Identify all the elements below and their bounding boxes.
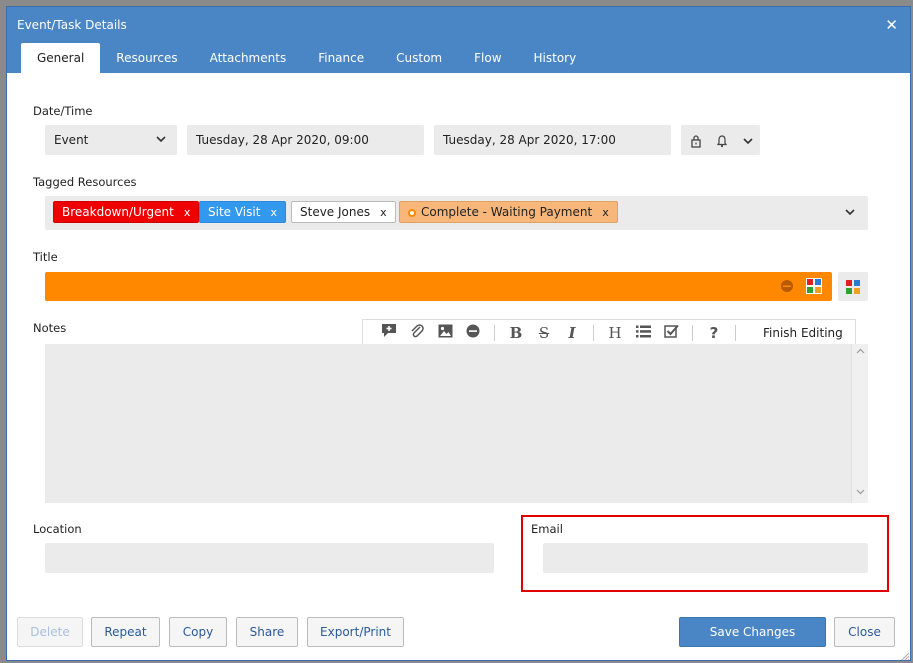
remove-tag-icon[interactable]: x (602, 206, 609, 219)
end-datetime-field[interactable]: Tuesday, 28 Apr 2020, 17:00 (434, 125, 671, 155)
tab-resources[interactable]: Resources (100, 43, 193, 73)
italic-icon[interactable]: I (558, 324, 586, 342)
notes-toolbar: B S I H ? Finish Editing (362, 319, 856, 345)
close-icon[interactable]: ✕ (885, 16, 898, 34)
dialog-title: Event/Task Details (17, 18, 127, 32)
lock-icon[interactable] (685, 125, 707, 155)
tab-flow[interactable]: Flow (458, 43, 517, 73)
start-datetime-value: Tuesday, 28 Apr 2020, 09:00 (196, 133, 369, 147)
tab-attachments[interactable]: Attachments (194, 43, 303, 73)
tagged-resources-label: Tagged Resources (33, 175, 137, 189)
event-type-select[interactable]: Event (45, 125, 177, 155)
image-icon[interactable] (431, 324, 459, 342)
color-grid-icon[interactable] (806, 278, 822, 297)
notes-editor[interactable] (45, 344, 868, 503)
event-type-value: Event (54, 133, 89, 147)
notes-scrollbar[interactable] (851, 344, 868, 503)
share-button[interactable]: Share (236, 617, 298, 647)
email-label: Email (531, 522, 563, 536)
email-input[interactable] (543, 543, 868, 573)
finish-editing-button[interactable]: Finish Editing (763, 326, 843, 340)
tab-custom[interactable]: Custom (380, 43, 458, 73)
export-print-button[interactable]: Export/Print (307, 617, 404, 647)
location-label: Location (33, 522, 82, 536)
strikethrough-icon[interactable]: S (530, 324, 558, 342)
location-input[interactable] (45, 543, 494, 573)
toolbar-divider (735, 324, 736, 341)
tag-breakdown-urgent[interactable]: Breakdown/Urgent x (53, 201, 200, 223)
tag-label: Breakdown/Urgent (62, 205, 174, 219)
remove-tag-icon[interactable]: x (270, 206, 277, 219)
tag-label: Site Visit (208, 205, 261, 219)
start-datetime-field[interactable]: Tuesday, 28 Apr 2020, 09:00 (187, 125, 424, 155)
color-grid-icon (845, 279, 861, 298)
toolbar-divider (692, 324, 693, 341)
tag-site-visit[interactable]: Site Visit x (199, 201, 286, 223)
tab-bar: General Resources Attachments Finance Cu… (21, 43, 592, 73)
tab-finance[interactable]: Finance (302, 43, 380, 73)
tab-general[interactable]: General (21, 43, 101, 73)
toolbar-divider (494, 324, 495, 341)
chevron-down-icon (155, 125, 167, 155)
remove-tag-icon[interactable]: x (184, 206, 191, 219)
tab-history[interactable]: History (518, 43, 593, 73)
tag-label: Steve Jones (300, 205, 371, 219)
checkbox-icon[interactable] (657, 324, 685, 342)
emoji-icon[interactable] (780, 279, 794, 296)
comment-add-icon[interactable] (375, 323, 403, 342)
color-picker-button[interactable] (838, 272, 868, 301)
scroll-down-icon[interactable] (856, 488, 865, 498)
remove-tag-icon[interactable]: x (380, 206, 387, 219)
tag-label: Complete - Waiting Payment (421, 205, 593, 219)
delete-button[interactable]: Delete (17, 617, 83, 647)
chevron-down-icon[interactable] (844, 206, 856, 223)
close-button[interactable]: Close (834, 617, 895, 647)
help-icon[interactable]: ? (700, 324, 728, 342)
dialog-header: Event/Task Details ✕ General Resources A… (7, 7, 910, 73)
tag-complete-waiting-payment[interactable]: Complete - Waiting Payment x (399, 201, 618, 223)
notes-label: Notes (33, 321, 67, 335)
repeat-button[interactable]: Repeat (91, 617, 160, 647)
bell-icon[interactable] (711, 125, 733, 155)
save-changes-button[interactable]: Save Changes (679, 617, 826, 647)
title-label: Title (33, 250, 58, 264)
bold-icon[interactable]: B (502, 324, 530, 342)
heading-icon[interactable]: H (601, 324, 629, 342)
end-datetime-value: Tuesday, 28 Apr 2020, 17:00 (443, 133, 616, 147)
tag-steve-jones[interactable]: Steve Jones x (291, 201, 396, 223)
resize-handle-icon[interactable] (900, 650, 910, 661)
list-icon[interactable] (629, 324, 657, 342)
status-dot-icon (408, 209, 416, 217)
scroll-up-icon[interactable] (856, 347, 865, 357)
paperclip-icon[interactable] (403, 323, 431, 343)
emoji-icon[interactable] (459, 324, 487, 342)
datetime-options (681, 125, 760, 155)
toolbar-divider (593, 324, 594, 341)
datetime-label: Date/Time (33, 104, 93, 118)
title-input[interactable] (45, 272, 832, 301)
chevron-down-icon[interactable] (737, 125, 759, 155)
copy-button[interactable]: Copy (169, 617, 227, 647)
